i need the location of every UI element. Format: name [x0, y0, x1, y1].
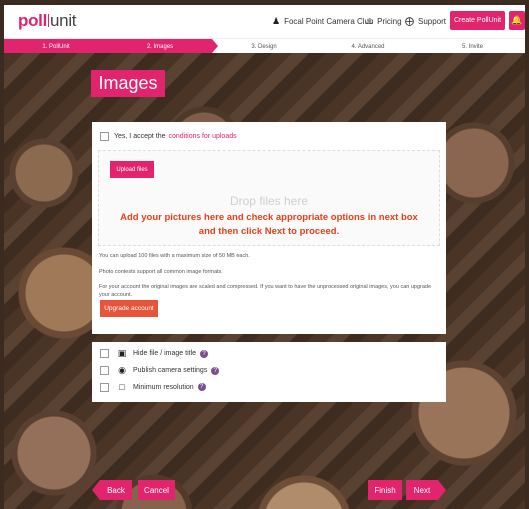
instruction-line-2: and then click Next to proceed. — [198, 226, 340, 237]
step-pollunit[interactable]: 1. PollUnit — [4, 39, 108, 54]
accept-conditions[interactable]: Yes, I accept the conditions for uploads — [100, 132, 237, 141]
back-button[interactable]: Back — [92, 480, 132, 500]
upload-limit-info: You can upload 100 files with a maximum … — [99, 253, 250, 259]
bell-icon: 🔔 — [511, 15, 523, 25]
upgrade-account-button[interactable]: Upgrade account — [100, 300, 158, 317]
pricing-label: Pricing — [377, 17, 402, 26]
cancel-button[interactable]: Cancel — [138, 480, 175, 500]
finish-button[interactable]: Finish — [368, 480, 402, 500]
pricing-link[interactable]: ♨ Pricing — [365, 16, 402, 27]
logo-sub: unit — [50, 11, 77, 30]
tag-icon: ♨ — [365, 16, 374, 26]
user-icon: ♟ — [272, 16, 281, 26]
camera-settings-checkbox[interactable] — [100, 366, 109, 375]
upload-files-button[interactable]: Upload files — [110, 161, 154, 178]
upload-panel: Yes, I accept the conditions for uploads… — [92, 122, 446, 334]
account-menu[interactable]: ♟ Focal Point Camera Club — [272, 16, 373, 27]
help-icon[interactable]: ? — [197, 383, 206, 391]
notification-button[interactable]: 🔔 — [509, 11, 525, 30]
instruction-overlay: Add your pictures here and check appropr… — [99, 211, 439, 239]
conditions-link[interactable]: conditions for uploads — [169, 133, 237, 140]
format-info: Photo contests support all common image … — [99, 269, 223, 275]
logo-main: poll — [18, 11, 48, 30]
lifebuoy-icon: ⨁ — [405, 16, 414, 26]
pollunit-logo[interactable]: poll unit — [18, 11, 77, 31]
option-min-resolution[interactable]: □ Minimum resolution ? — [100, 382, 206, 392]
options-panel: ▣ Hide file / image title ? ◉ Publish ca… — [92, 342, 446, 402]
option-hide-title[interactable]: ▣ Hide file / image title ? — [100, 348, 209, 359]
step-design[interactable]: 3. Design — [212, 39, 316, 54]
account-name: Focal Point Camera Club — [284, 17, 374, 26]
help-icon[interactable]: ? — [200, 349, 209, 358]
camera-icon: ◉ — [118, 365, 126, 375]
next-button[interactable]: Next — [406, 480, 446, 500]
top-navbar: poll unit ♟ Focal Point Camera Club ♨ Pri… — [4, 5, 525, 38]
page-title: Images — [91, 70, 165, 97]
create-pollunit-button[interactable]: Create PollUnit — [450, 11, 505, 30]
support-label: Support — [418, 17, 447, 26]
drop-zone[interactable]: Upload files Drop files here Add your pi… — [98, 150, 440, 246]
step-advanced[interactable]: 4. Advanced — [316, 39, 420, 54]
step-invite[interactable]: 5. Invite — [420, 39, 525, 54]
camera-settings-label: Publish camera settings — [133, 367, 208, 374]
min-resolution-label: Minimum resolution — [133, 383, 194, 391]
accept-label: Yes, I accept the — [114, 133, 166, 140]
image-icon: ▣ — [117, 348, 127, 358]
account-info: For your account the original images are… — [99, 284, 432, 298]
hide-title-checkbox[interactable] — [100, 349, 109, 358]
support-link[interactable]: ⨁ Support — [405, 16, 446, 27]
hide-title-label: Hide file / image title — [133, 350, 197, 357]
drop-hint: Drop files here — [229, 194, 309, 208]
accept-checkbox[interactable] — [100, 132, 109, 141]
step-images[interactable]: 2. Images — [108, 39, 218, 54]
min-resolution-checkbox[interactable] — [100, 382, 109, 392]
wizard-steps: 1. PollUnit 2. Images 3. Design 4. Advan… — [4, 38, 525, 54]
instruction-line-1: Add your pictures here and check appropr… — [120, 212, 418, 223]
resolution-icon: □ — [119, 382, 125, 392]
help-icon[interactable]: ? — [211, 366, 220, 375]
option-camera-settings[interactable]: ◉ Publish camera settings ? — [100, 365, 220, 376]
